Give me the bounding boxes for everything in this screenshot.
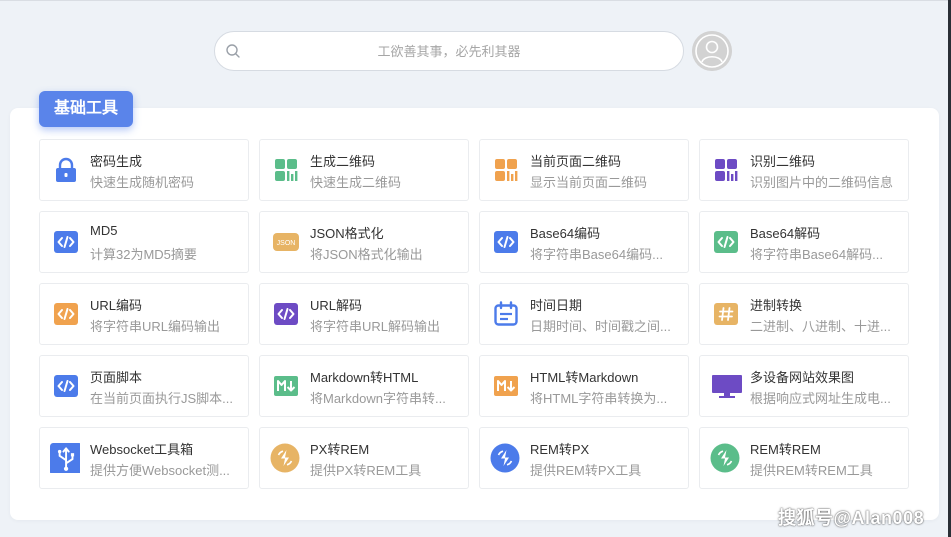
svg-text:JSON: JSON [277, 240, 296, 247]
tool-desc: 将JSON格式化输出 [310, 247, 423, 262]
tool-card-qrcode[interactable]: 生成二维码 快速生成二维码 [259, 139, 469, 201]
tool-title: 当前页面二维码 [530, 154, 622, 169]
tool-desc: 在当前页面执行JS脚本... [90, 391, 234, 406]
lock-icon [56, 157, 76, 182]
tool-card-multi-device[interactable]: 多设备网站效果图 根据响应式网址生成电... [699, 355, 909, 417]
tool-title: 生成二维码 [310, 154, 376, 169]
tool-title: Markdown转HTML [310, 370, 419, 385]
qrcode-green-icon [275, 159, 298, 181]
code-blue-icon [54, 231, 78, 253]
convert-gold-icon [270, 443, 300, 473]
markdown-green-icon [274, 376, 298, 396]
tool-desc: 日期时间、时间戳之间... [530, 319, 671, 334]
tool-desc: 提供REM转PX工具 [530, 463, 642, 478]
tool-title: PX转REM [310, 442, 370, 457]
tool-title: REM转REM [750, 442, 821, 457]
tool-desc: 显示当前页面二维码 [530, 175, 648, 190]
watermark: 搜狐号@Alan008 [778, 508, 925, 528]
search-icon [226, 44, 240, 58]
section-title: 基础工具 [39, 91, 133, 127]
tool-desc: 根据响应式网址生成电... [750, 391, 891, 406]
tool-title: 进制转换 [750, 298, 803, 313]
tool-desc: 将字符串Base64解码... [750, 247, 883, 262]
qrcode-orange-icon [495, 159, 518, 181]
code-orange-icon [54, 303, 78, 325]
tool-desc: 二进制、八进制、十进... [750, 319, 891, 334]
avatar[interactable] [692, 31, 732, 71]
tool-desc: 快速生成随机密码 [90, 175, 195, 190]
tool-title: Base64编码 [530, 226, 601, 241]
tool-card-page-script[interactable]: 页面脚本 在当前页面执行JS脚本... [39, 355, 249, 417]
tool-card-radix[interactable]: 进制转换 二进制、八进制、十进... [699, 283, 909, 345]
tool-desc: 计算32为MD5摘要 [90, 247, 197, 262]
markdown-orange-icon [494, 376, 518, 396]
tool-card-password[interactable]: 密码生成 快速生成随机密码 [39, 139, 249, 201]
tool-title: MD5 [90, 223, 118, 238]
tool-title: URL编码 [90, 298, 143, 313]
tool-card-rem-to-px[interactable]: REM转PX 提供REM转PX工具 [479, 427, 689, 489]
tool-card-md5[interactable]: MD5 计算32为MD5摘要 [39, 211, 249, 273]
search-bar[interactable] [214, 31, 684, 71]
tool-card-page-qrcode[interactable]: 当前页面二维码 显示当前页面二维码 [479, 139, 689, 201]
tool-desc: 将字符串URL解码输出 [310, 319, 441, 334]
tool-title: REM转PX [530, 442, 590, 457]
tool-title: Websocket工具箱 [90, 442, 194, 457]
qrcode-purple-icon [715, 159, 738, 181]
tool-title: Base64解码 [750, 226, 821, 241]
top-border [0, 0, 951, 1]
tool-card-rem-to-rem[interactable]: REM转REM 提供REM转REM工具 [699, 427, 909, 489]
tool-title: 密码生成 [90, 154, 143, 169]
tool-title: HTML转Markdown [530, 370, 639, 385]
usb-icon [50, 443, 80, 473]
monitor-icon [712, 375, 742, 398]
tool-title: 识别二维码 [750, 154, 816, 169]
tool-card-websocket[interactable]: Websocket工具箱 提供方便Websocket测... [39, 427, 249, 489]
tool-title: URL解码 [310, 298, 363, 313]
convert-green-icon [710, 443, 740, 473]
tool-title: 多设备网站效果图 [750, 370, 855, 385]
json-icon: JSON [273, 233, 299, 251]
tool-desc: 提供REM转REM工具 [750, 463, 873, 478]
tool-desc: 快速生成二维码 [310, 175, 402, 190]
tool-title: 时间日期 [530, 298, 583, 313]
hash-icon [714, 303, 738, 325]
tool-card-url-decode[interactable]: URL解码 将字符串URL解码输出 [259, 283, 469, 345]
tool-card-base64-encode[interactable]: Base64编码 将字符串Base64编码... [479, 211, 689, 273]
tool-card-json[interactable]: JSON JSON格式化 将JSON格式化输出 [259, 211, 469, 273]
convert-blue-icon [490, 443, 520, 473]
tool-card-px-to-rem[interactable]: PX转REM 提供PX转REM工具 [259, 427, 469, 489]
tool-desc: 识别图片中的二维码信息 [750, 175, 894, 190]
code-blue-icon [494, 231, 518, 253]
tool-card-html-to-md[interactable]: HTML转Markdown 将HTML字符串转换为... [479, 355, 689, 417]
tool-card-md-to-html[interactable]: Markdown转HTML 将Markdown字符串转... [259, 355, 469, 417]
tool-desc: 将字符串Base64编码... [530, 247, 663, 262]
tool-title: 页面脚本 [90, 370, 143, 385]
calendar-icon [494, 301, 518, 326]
tool-desc: 将HTML字符串转换为... [530, 391, 668, 406]
tool-desc: 将Markdown字符串转... [310, 391, 446, 406]
tool-desc: 将字符串URL编码输出 [90, 319, 221, 334]
tool-card-scan-qrcode[interactable]: 识别二维码 识别图片中的二维码信息 [699, 139, 909, 201]
tool-card-base64-decode[interactable]: Base64解码 将字符串Base64解码... [699, 211, 909, 273]
user-avatar-icon [692, 31, 732, 71]
search-input[interactable] [215, 32, 683, 70]
tool-title: JSON格式化 [310, 226, 384, 241]
code-green-icon [714, 231, 738, 253]
tool-card-url-encode[interactable]: URL编码 将字符串URL编码输出 [39, 283, 249, 345]
tool-desc: 提供方便Websocket测... [90, 463, 230, 478]
tool-card-datetime[interactable]: 时间日期 日期时间、时间戳之间... [479, 283, 689, 345]
code-blue-icon [54, 375, 78, 397]
tool-desc: 提供PX转REM工具 [310, 463, 422, 478]
code-purple-icon [274, 303, 298, 325]
